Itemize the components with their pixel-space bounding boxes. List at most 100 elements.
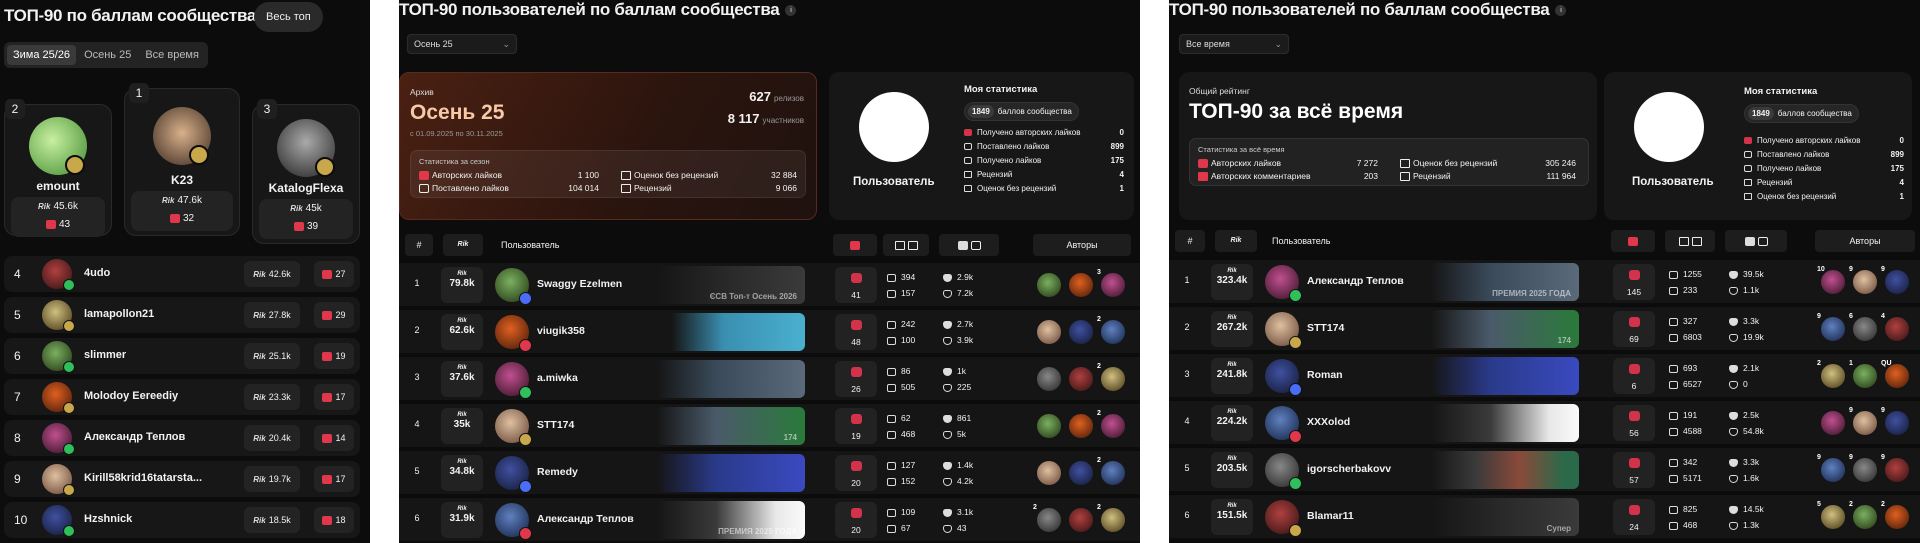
row-name[interactable]: Roman bbox=[1307, 369, 1343, 381]
author-avatar[interactable] bbox=[1035, 506, 1063, 534]
col-rank[interactable]: # bbox=[1175, 230, 1205, 252]
list-item[interactable]: 6 slimmer Rik 25.1k 19 bbox=[4, 338, 360, 374]
author-avatar[interactable] bbox=[1099, 459, 1127, 487]
list-item[interactable]: 4 4udo Rik 42.6k 27 bbox=[4, 256, 360, 292]
table-row[interactable]: 2 Rik 62.6k viugik358 48 242 100 2.7k 3.9k 2 bbox=[399, 309, 1140, 353]
list-item[interactable]: 5 lamapollon21 Rik 27.8k 29 bbox=[4, 297, 360, 333]
author-avatar[interactable] bbox=[1851, 268, 1879, 296]
row-name[interactable]: XXXolod bbox=[1307, 416, 1350, 428]
table-row[interactable]: 5 Rik 203.5k igorscherbakovv 57 342 5171 3.3k 1.… bbox=[1169, 447, 1920, 491]
row-name[interactable]: Remedy bbox=[537, 466, 578, 478]
author-avatar[interactable] bbox=[1819, 315, 1847, 343]
author-avatar[interactable] bbox=[1035, 271, 1063, 299]
avatar[interactable] bbox=[1265, 406, 1302, 443]
row-name[interactable]: a.miwka bbox=[537, 372, 578, 384]
row-name[interactable]: viugik358 bbox=[537, 325, 585, 337]
table-row[interactable]: 3 Rik 37.6k a.miwka 26 86 505 1k 225 2 bbox=[399, 356, 1140, 400]
season-select[interactable]: Осень 25 ⌄ bbox=[407, 34, 517, 54]
row-name[interactable]: Molodoy Eereediy bbox=[84, 390, 178, 402]
podium-card-3[interactable]: 3 KatalogFlexa Rik 45k 39 bbox=[252, 99, 360, 244]
author-avatar[interactable] bbox=[1851, 456, 1879, 484]
season-select[interactable]: Все время ⌄ bbox=[1179, 34, 1289, 54]
col-likes[interactable] bbox=[1725, 230, 1787, 252]
col-authors[interactable]: Авторы bbox=[1815, 230, 1915, 252]
author-avatar[interactable] bbox=[1035, 318, 1063, 346]
row-name[interactable]: Hzshnick bbox=[84, 513, 132, 525]
table-row[interactable]: 6 Rik 151.5k Blamar11 Супер 24 825 468 14.5k 1.3k… bbox=[1169, 494, 1920, 538]
avatar[interactable] bbox=[495, 268, 532, 305]
avatar[interactable] bbox=[495, 362, 532, 399]
row-name[interactable]: Александр Теплов bbox=[1307, 275, 1404, 287]
author-avatar[interactable] bbox=[1099, 271, 1127, 299]
author-avatar[interactable] bbox=[1099, 412, 1127, 440]
avatar[interactable] bbox=[495, 315, 532, 352]
author-avatar[interactable] bbox=[1099, 506, 1127, 534]
avatar[interactable] bbox=[1265, 500, 1302, 537]
table-row[interactable]: 6 Rik 31.9k Александр Теплов ПРЕМИЯ 2025 ГОД… bbox=[399, 497, 1140, 541]
table-row[interactable]: 3 Rik 241.8k Roman 6 693 6527 2.1k 0 2 1 QU bbox=[1169, 353, 1920, 397]
row-name[interactable]: slimmer bbox=[84, 349, 126, 361]
col-authors[interactable]: Авторы bbox=[1033, 234, 1131, 256]
author-avatar[interactable] bbox=[1883, 503, 1911, 531]
author-avatar[interactable] bbox=[1819, 409, 1847, 437]
col-reviews[interactable] bbox=[1665, 230, 1715, 252]
author-avatar[interactable] bbox=[1067, 365, 1095, 393]
row-name[interactable]: STT174 bbox=[537, 419, 574, 431]
table-row[interactable]: 4 Rik 224.2k XXXolod 56 191 4588 2.5k 54.8k 9 9 bbox=[1169, 400, 1920, 444]
tab-autumn[interactable]: Осень 25 bbox=[78, 45, 137, 65]
row-name[interactable]: Kirill58krid16tatarsta... bbox=[84, 472, 202, 484]
author-avatar[interactable] bbox=[1067, 271, 1095, 299]
tab-all-time[interactable]: Все время bbox=[139, 45, 205, 65]
list-item[interactable]: 7 Molodoy Eereediy Rik 23.3k 17 bbox=[4, 379, 360, 415]
all-top-button[interactable]: Весь топ bbox=[254, 2, 323, 32]
table-row[interactable]: 1 Rik 323.4k Александр Теплов ПРЕМИЯ 2025 ГО… bbox=[1169, 259, 1920, 303]
author-avatar[interactable] bbox=[1035, 459, 1063, 487]
info-icon[interactable]: i bbox=[785, 5, 797, 17]
row-name[interactable]: Александр Теплов bbox=[537, 513, 634, 525]
podium-name[interactable]: K23 bbox=[125, 173, 239, 187]
avatar[interactable] bbox=[1265, 359, 1302, 396]
col-points[interactable]: Rik bbox=[1215, 230, 1257, 252]
author-avatar[interactable] bbox=[1819, 362, 1847, 390]
podium-card-2[interactable]: 2 emount Rik 45.6k 43 bbox=[4, 99, 112, 237]
row-name[interactable]: 4udo bbox=[84, 267, 110, 279]
author-avatar[interactable] bbox=[1851, 315, 1879, 343]
avatar[interactable] bbox=[495, 503, 532, 540]
avatar[interactable] bbox=[495, 409, 532, 446]
row-name[interactable]: igorscherbakovv bbox=[1307, 463, 1391, 475]
author-avatar[interactable] bbox=[1883, 456, 1911, 484]
info-icon[interactable]: i bbox=[1555, 5, 1567, 17]
row-name[interactable]: lamapollon21 bbox=[84, 308, 154, 320]
table-row[interactable]: 4 Rik 35k STT174 174 19 62 468 861 5k 2 bbox=[399, 403, 1140, 447]
podium-name[interactable]: emount bbox=[5, 179, 111, 193]
author-avatar[interactable] bbox=[1099, 318, 1127, 346]
table-row[interactable]: 2 Rik 267.2k STT174 174 69 327 6803 3.3k 19.9k 9 6 4 bbox=[1169, 306, 1920, 350]
author-avatar[interactable] bbox=[1883, 409, 1911, 437]
col-likes[interactable] bbox=[939, 234, 999, 256]
podium-name[interactable]: KatalogFlexa bbox=[253, 181, 359, 195]
author-avatar[interactable] bbox=[1067, 318, 1095, 346]
author-avatar[interactable] bbox=[1099, 365, 1127, 393]
author-avatar[interactable] bbox=[1851, 362, 1879, 390]
table-row[interactable]: 5 Rik 34.8k Remedy 20 127 152 1.4k 4.2k 2 bbox=[399, 450, 1140, 494]
col-author-likes[interactable] bbox=[1611, 230, 1655, 252]
table-row[interactable]: 1 Rik 79.8k Swaggy Ezelmen ЄСВ Топ-т Осень 2… bbox=[399, 262, 1140, 306]
tab-winter[interactable]: Зима 25/26 bbox=[7, 45, 77, 65]
author-avatar[interactable] bbox=[1851, 409, 1879, 437]
list-item[interactable]: 10 Hzshnick Rik 18.5k 18 bbox=[4, 502, 360, 538]
author-avatar[interactable] bbox=[1819, 456, 1847, 484]
podium-card-1[interactable]: 1 K23 Rik 47.6k 32 bbox=[124, 83, 240, 236]
author-avatar[interactable] bbox=[1035, 365, 1063, 393]
author-avatar[interactable] bbox=[1067, 412, 1095, 440]
row-name[interactable]: STT174 bbox=[1307, 322, 1344, 334]
col-points[interactable]: Rik bbox=[443, 234, 483, 256]
row-name[interactable]: Blamar11 bbox=[1307, 510, 1354, 522]
col-reviews[interactable] bbox=[883, 234, 929, 256]
avatar[interactable] bbox=[1265, 312, 1302, 349]
list-item[interactable]: 9 Kirill58krid16tatarsta... Rik 19.7k 17 bbox=[4, 461, 360, 497]
col-rank[interactable]: # bbox=[405, 234, 433, 256]
avatar[interactable] bbox=[495, 456, 532, 493]
author-avatar[interactable] bbox=[1067, 506, 1095, 534]
author-avatar[interactable] bbox=[1883, 315, 1911, 343]
author-avatar[interactable] bbox=[1883, 268, 1911, 296]
